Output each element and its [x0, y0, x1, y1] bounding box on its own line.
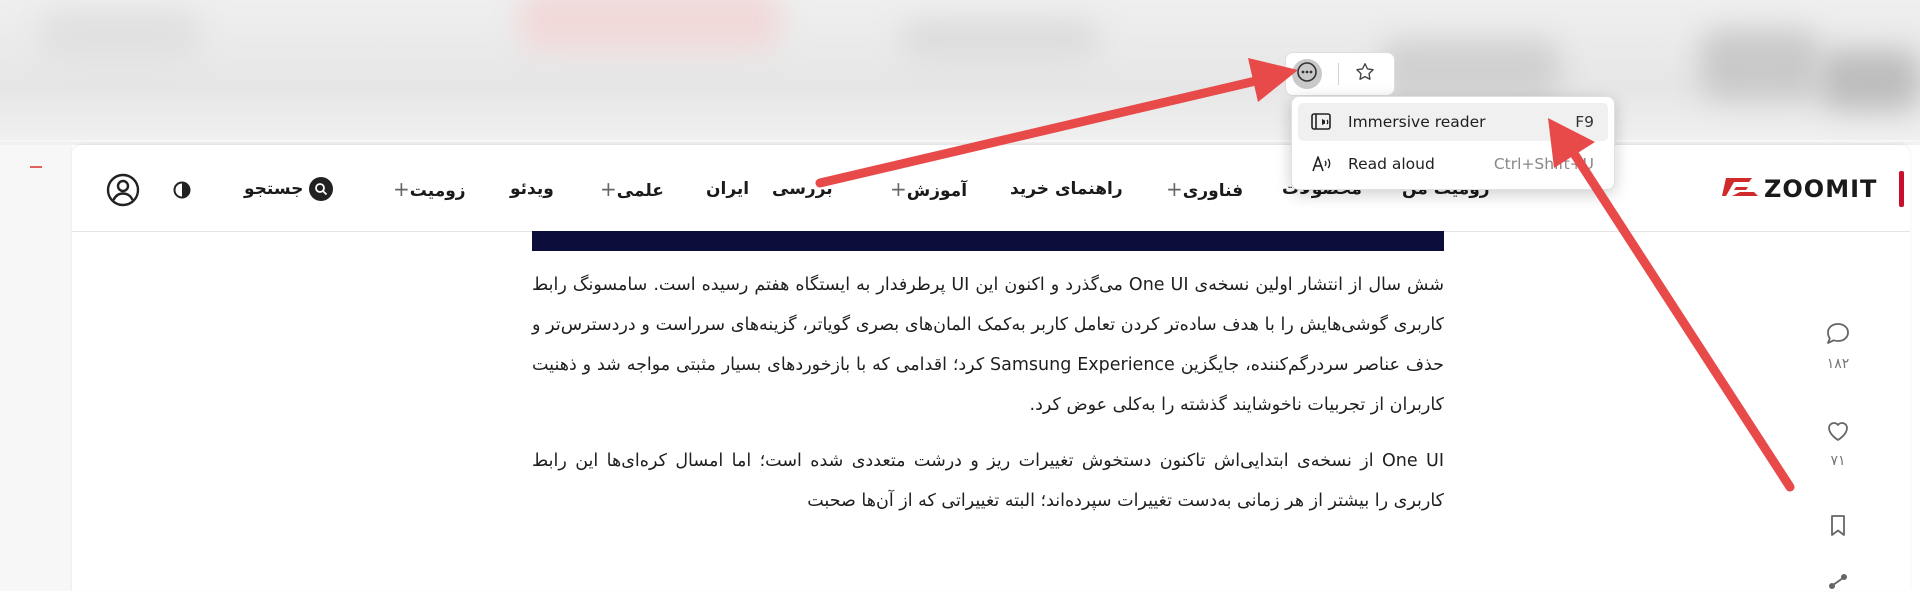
- nav-education[interactable]: آموزش+: [884, 177, 967, 201]
- comment-icon: [1824, 323, 1852, 352]
- nav-video[interactable]: ویدئو: [510, 177, 554, 201]
- zoomit-logo[interactable]: ZOOMIT: [1722, 173, 1877, 205]
- more-options-button[interactable]: [1292, 59, 1322, 89]
- nav-video-label: ویدئو: [510, 179, 554, 199]
- nav-tech[interactable]: فناوری+: [1160, 177, 1243, 201]
- read-aloud-icon: [1308, 150, 1336, 178]
- address-bar-actions: [1285, 52, 1395, 96]
- nav-iran-label: ایران: [706, 179, 750, 199]
- like-button[interactable]: ۷۱: [1814, 417, 1862, 469]
- search-button[interactable]: جستجو: [244, 175, 334, 203]
- comments-count: ۱۸۲: [1826, 356, 1850, 372]
- article-body: شش سال از انتشار اولین نسخه‌ی One UI می‌…: [532, 265, 1444, 537]
- share-icon: [1824, 574, 1852, 596]
- menu-item-shortcut: Ctrl+Shift+U: [1493, 155, 1594, 173]
- heart-icon: [1824, 422, 1852, 449]
- zoomit-z-icon: [1722, 175, 1758, 203]
- site-navigation: جستجو زومیت+ ویدئو علمی+ ایران بررسی آمو…: [72, 145, 1910, 232]
- nav-education-label: آموزش: [906, 181, 968, 201]
- nav-tech-label: فناوری: [1182, 181, 1244, 201]
- plus-icon: +: [393, 177, 410, 201]
- share-button[interactable]: [1814, 572, 1862, 596]
- brand-accent-bar: [1899, 171, 1904, 207]
- nav-review-label: بررسی: [772, 179, 833, 199]
- contrast-icon: [172, 181, 192, 204]
- browser-chrome-blurred: [0, 0, 1920, 145]
- menu-item-read-aloud[interactable]: Read aloud Ctrl+Shift+U: [1298, 145, 1608, 183]
- bookmark-button[interactable]: [1814, 512, 1862, 544]
- search-label: جستجو: [244, 179, 304, 199]
- plus-icon: +: [1166, 177, 1183, 201]
- logo-text: ZOOMIT: [1764, 175, 1878, 203]
- web-page: جستجو زومیت+ ویدئو علمی+ ایران بررسی آمو…: [72, 145, 1910, 591]
- star-outline-icon: [1354, 61, 1376, 87]
- menu-item-shortcut: F9: [1575, 113, 1594, 131]
- menu-item-label: Read aloud: [1348, 155, 1435, 173]
- ellipsis-circle-icon: [1296, 61, 1318, 87]
- theme-toggle-button[interactable]: [172, 180, 192, 200]
- plus-icon: +: [890, 177, 907, 201]
- chrome-edge: [0, 140, 1920, 142]
- menu-item-label: Immersive reader: [1348, 113, 1486, 131]
- nav-science-label: علمی: [616, 181, 664, 201]
- menu-item-immersive-reader[interactable]: Immersive reader F9: [1298, 103, 1608, 141]
- left-red-mark: [30, 166, 42, 168]
- left-margin: [0, 145, 72, 591]
- more-options-menu: Immersive reader F9 Read aloud Ctrl+Shif…: [1291, 96, 1615, 190]
- nav-review[interactable]: بررسی: [772, 177, 833, 201]
- address-bar-separator: [1338, 63, 1339, 85]
- nav-iran[interactable]: ایران: [706, 177, 749, 201]
- nav-science[interactable]: علمی+: [594, 177, 664, 201]
- plus-icon: +: [600, 177, 617, 201]
- nav-zoomit[interactable]: زومیت+: [387, 177, 466, 201]
- hero-image: [532, 231, 1444, 251]
- search-icon: [309, 177, 334, 201]
- immersive-reader-icon: [1308, 108, 1336, 136]
- likes-count: ۷۱: [1830, 453, 1846, 469]
- user-avatar-icon: [106, 173, 140, 211]
- nav-buying-guide[interactable]: راهنمای خرید: [1010, 177, 1123, 201]
- favorite-button[interactable]: [1352, 61, 1378, 87]
- bookmark-icon: [1824, 515, 1852, 544]
- article-paragraph: شش سال از انتشار اولین نسخه‌ی One UI می‌…: [532, 275, 1445, 415]
- user-profile-button[interactable]: [106, 173, 140, 207]
- nav-zoomit-label: زومیت: [409, 181, 466, 201]
- nav-buying-guide-label: راهنمای خرید: [1010, 179, 1123, 199]
- article-paragraph: One UI از نسخه‌ی ابتدایی‌اش تاکنون دستخو…: [532, 451, 1444, 511]
- comments-button[interactable]: ۱۸۲: [1814, 320, 1862, 372]
